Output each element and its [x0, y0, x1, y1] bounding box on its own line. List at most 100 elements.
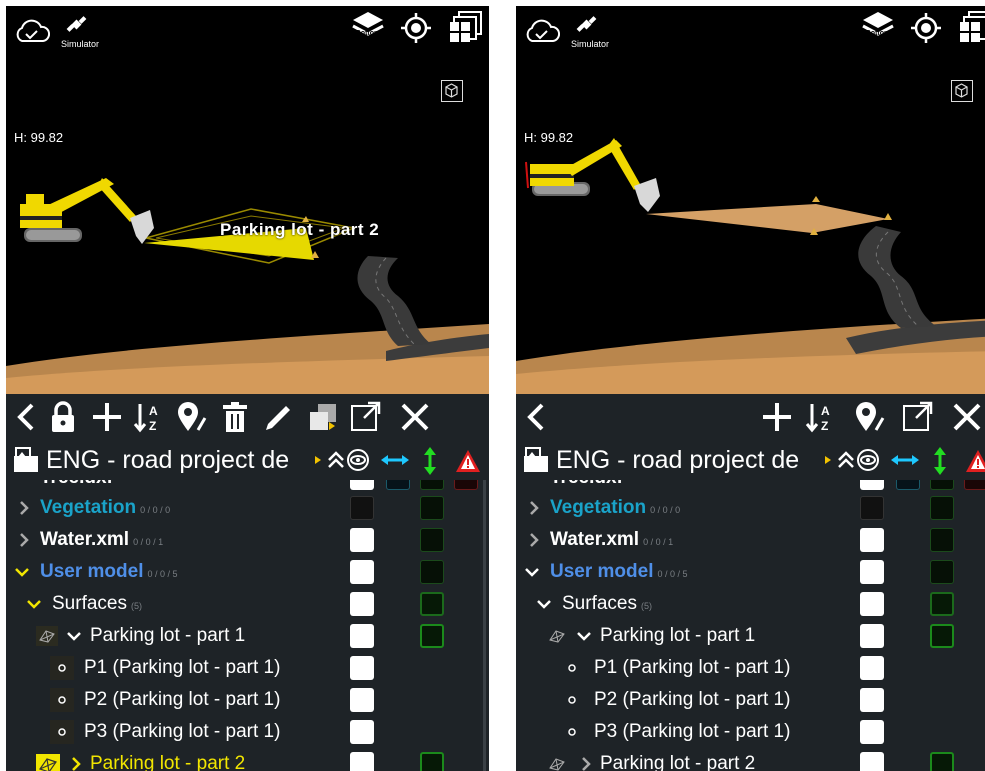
vertical-checkbox[interactable]	[420, 528, 444, 552]
vertical-arrows-icon[interactable]	[422, 446, 438, 476]
horizontal-checkbox[interactable]	[896, 480, 920, 490]
vertical-checkbox[interactable]	[930, 752, 954, 771]
vertical-checkbox[interactable]	[930, 528, 954, 552]
close-icon[interactable]	[398, 400, 432, 434]
visibility-checkbox[interactable]	[350, 528, 374, 552]
surface-icon[interactable]	[546, 626, 568, 646]
open-external-icon[interactable]	[348, 400, 382, 434]
chevron-right-icon[interactable]	[16, 532, 32, 548]
chevron-down-icon[interactable]	[26, 596, 42, 612]
tree-row-p1[interactable]: P1 (Parking lot - part 1)	[516, 652, 985, 684]
project-title[interactable]: ENG - road project de	[46, 446, 316, 475]
visibility-icon[interactable]	[346, 448, 370, 472]
visibility-checkbox[interactable]	[860, 592, 884, 616]
visibility-checkbox[interactable]	[350, 752, 374, 771]
tree-row-parking-lot-1[interactable]: Parking lot - part 1	[516, 620, 985, 652]
horizontal-arrows-icon[interactable]	[380, 452, 410, 468]
warning-checkbox[interactable]	[964, 480, 985, 490]
lock-icon[interactable]	[46, 400, 80, 434]
project-image-icon[interactable]	[522, 446, 550, 474]
point-icon[interactable]	[50, 720, 74, 744]
surface-icon[interactable]	[36, 626, 58, 646]
copy-layers-icon[interactable]	[306, 400, 340, 434]
tree-row-user-model[interactable]: User model 0 / 0 / 5	[516, 556, 985, 588]
chevron-right-icon[interactable]	[578, 756, 594, 771]
warning-icon[interactable]	[454, 448, 482, 474]
sort-az-icon[interactable]: A Z	[804, 400, 838, 434]
collapse-all-icon[interactable]	[326, 450, 346, 470]
satellite-icon[interactable]	[64, 12, 90, 38]
visibility-checkbox[interactable]	[350, 720, 374, 744]
locate-icon[interactable]	[910, 12, 942, 44]
add-icon[interactable]	[90, 400, 124, 434]
visibility-checkbox[interactable]	[350, 592, 374, 616]
visibility-checkbox[interactable]	[860, 656, 884, 680]
visibility-icon[interactable]	[856, 448, 880, 472]
add-icon[interactable]	[760, 400, 794, 434]
chevron-down-icon[interactable]	[14, 564, 30, 580]
warning-checkbox[interactable]	[454, 480, 478, 490]
point-icon[interactable]	[50, 656, 74, 680]
3d-viewport[interactable]: Simulator Bottom	[6, 6, 489, 394]
chevron-right-icon[interactable]	[526, 500, 542, 516]
vertical-checkbox[interactable]	[930, 480, 954, 490]
visibility-checkbox[interactable]	[350, 656, 374, 680]
chevron-down-icon[interactable]	[66, 628, 82, 644]
point-icon[interactable]	[560, 720, 584, 744]
tree-row-parking-lot-1[interactable]: Parking lot - part 1	[6, 620, 489, 652]
tree-scrollbar[interactable]	[483, 480, 486, 771]
point-icon[interactable]	[560, 656, 584, 680]
vertical-checkbox[interactable]	[930, 592, 954, 616]
tree-row-p1[interactable]: P1 (Parking lot - part 1)	[6, 652, 489, 684]
locate-icon[interactable]	[400, 12, 432, 44]
point-icon[interactable]	[560, 688, 584, 712]
surface-icon[interactable]	[546, 754, 568, 771]
delete-icon[interactable]	[218, 400, 252, 434]
vertical-checkbox[interactable]	[930, 496, 954, 520]
sort-az-icon[interactable]: A Z	[132, 400, 166, 434]
tree-row-surfaces[interactable]: Surfaces (5)	[6, 588, 489, 620]
tree-row-surfaces[interactable]: Surfaces (5)	[516, 588, 985, 620]
vertical-checkbox[interactable]	[930, 624, 954, 648]
warning-icon[interactable]	[964, 448, 985, 474]
open-external-icon[interactable]	[900, 400, 934, 434]
project-title[interactable]: ENG - road project de	[556, 446, 826, 475]
point-icon[interactable]	[50, 688, 74, 712]
vertical-checkbox[interactable]	[930, 560, 954, 584]
chevron-down-icon[interactable]	[524, 564, 540, 580]
visibility-checkbox[interactable]	[350, 624, 374, 648]
surface-icon[interactable]	[36, 754, 60, 771]
vertical-checkbox[interactable]	[420, 480, 444, 490]
tree-row-water[interactable]: Water.xml 0 / 0 / 1	[6, 524, 489, 556]
cloud-sync-icon[interactable]	[14, 18, 50, 44]
tree-row-p3[interactable]: P3 (Parking lot - part 1)	[6, 716, 489, 748]
vertical-checkbox[interactable]	[420, 752, 444, 771]
tree-row-parking-lot-2[interactable]: Parking lot - part 2	[516, 748, 985, 771]
chevron-down-icon[interactable]	[576, 628, 592, 644]
satellite-icon[interactable]	[574, 12, 600, 38]
tree-row-p2[interactable]: P2 (Parking lot - part 1)	[6, 684, 489, 716]
chevron-right-icon[interactable]	[526, 532, 542, 548]
visibility-checkbox[interactable]	[860, 688, 884, 712]
horizontal-arrows-icon[interactable]	[890, 452, 920, 468]
visibility-checkbox[interactable]	[350, 480, 374, 490]
cube-view-button[interactable]	[951, 80, 973, 102]
pencil-icon[interactable]	[262, 400, 296, 434]
tree-row-p2[interactable]: P2 (Parking lot - part 1)	[516, 684, 985, 716]
horizontal-checkbox[interactable]	[386, 480, 410, 490]
close-icon[interactable]	[950, 400, 984, 434]
visibility-checkbox[interactable]	[860, 528, 884, 552]
views-icon[interactable]	[449, 10, 483, 44]
visibility-checkbox[interactable]	[860, 560, 884, 584]
tree-row-vegetation[interactable]: Vegetation 0 / 0 / 0	[6, 492, 489, 524]
visibility-checkbox[interactable]	[350, 496, 374, 520]
edit-location-icon[interactable]	[174, 400, 208, 434]
cube-view-button[interactable]	[441, 80, 463, 102]
back-icon[interactable]	[520, 400, 554, 434]
cloud-sync-icon[interactable]	[524, 18, 560, 44]
collapse-all-icon[interactable]	[836, 450, 856, 470]
tree-row-p3[interactable]: P3 (Parking lot - part 1)	[516, 716, 985, 748]
vertical-arrows-icon[interactable]	[932, 446, 948, 476]
project-image-icon[interactable]	[12, 446, 40, 474]
tree-row-water[interactable]: Water.xml 0 / 0 / 1	[516, 524, 985, 556]
